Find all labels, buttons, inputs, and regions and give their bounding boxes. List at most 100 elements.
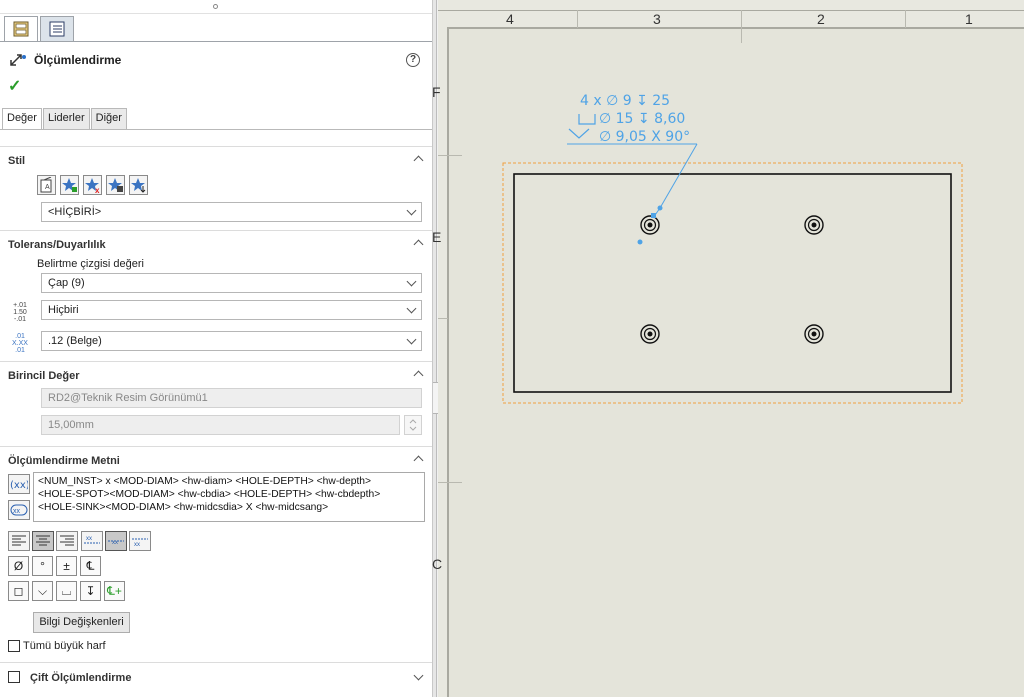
manager-tabs (4, 16, 76, 42)
counterbore-symbol-button[interactable]: ⌴ (56, 581, 77, 601)
svg-text:xx: xx (112, 540, 118, 546)
callout-leader (659, 143, 698, 209)
align-center-button[interactable] (32, 531, 54, 551)
dropdown-arrow-icon (406, 334, 417, 345)
dimension-text-group-header[interactable]: Ölçümlendirme Metni (0, 446, 432, 472)
callout-line-1: 4 x ∅ 9 ↧ 25 (580, 93, 671, 109)
star-delete-icon: x (84, 178, 100, 193)
variables-button[interactable]: Bilgi Değişkenleri (33, 612, 130, 633)
svg-text:xx: xx (13, 508, 21, 515)
text-middle-button[interactable]: xx (105, 531, 127, 551)
text-above-button[interactable]: xx (81, 531, 103, 551)
collapse-chevron-icon[interactable] (414, 237, 424, 247)
collapse-chevron-icon[interactable] (414, 453, 424, 463)
tolerance-group-header[interactable]: Tolerans/Duyarlılık (0, 230, 432, 256)
style-group-header[interactable]: Stil (0, 146, 432, 172)
tol-icon-lower: -.01 (13, 316, 27, 323)
save-style-button[interactable] (106, 175, 125, 195)
tab-other[interactable]: Diğer (90, 108, 127, 130)
property-manager-panel: Ölçümlendirme ? ✓ Değer Liderler Diğer S… (0, 0, 433, 697)
primary-reference-field: RD2@Teknik Resim Görünümü1 (41, 388, 422, 408)
depth-symbol-button[interactable]: ↧ (80, 581, 101, 601)
dual-dimension-group-header[interactable]: Çift Ölçümlendirme (0, 662, 432, 688)
primary-value-text: 15,00mm (48, 419, 94, 431)
property-manager-icon (13, 21, 29, 37)
collapse-chevron-icon[interactable] (414, 368, 424, 378)
text-below-button[interactable]: xx (129, 531, 151, 551)
property-title-row: Ölçümlendirme (8, 52, 121, 68)
primary-value-group-header[interactable]: Birincil Değer (0, 361, 432, 387)
hole-bottom-right (804, 324, 824, 344)
dimension-text-group-label: Ölçümlendirme Metni (8, 455, 120, 467)
dropdown-arrow-icon (406, 276, 417, 287)
tab-leaders[interactable]: Liderler (42, 108, 90, 130)
prec-icon-lower: .01 (15, 347, 25, 354)
callout-value-label: Belirtme çizgisi değeri (37, 258, 144, 270)
property-sub-tabs: Değer Liderler Diğer (2, 108, 128, 130)
parentheses-icon: (xx) (10, 480, 28, 491)
drawing-graphics (502, 114, 963, 404)
star-save-icon (107, 178, 123, 192)
svg-text:x: x (95, 186, 100, 193)
property-manager-tab[interactable] (4, 16, 38, 42)
sub-tabs-divider (0, 129, 432, 130)
tol-icon-mid: 1.50 (13, 309, 27, 316)
align-left-button[interactable] (8, 531, 30, 551)
panel-splitter[interactable] (433, 0, 437, 697)
primary-value-field: 15,00mm (41, 415, 400, 435)
countersink-symbol-button[interactable]: ⌵ (32, 581, 53, 601)
dimension-text-input[interactable]: <NUM_INST> x <MOD-DIAM> <hw-diam> <HOLE-… (33, 472, 425, 522)
configuration-tab[interactable] (40, 16, 74, 42)
tolerance-type-select[interactable]: Hiçbiri (41, 300, 422, 320)
tolerance-type-icon: +.01 1.50 -.01 (8, 302, 32, 323)
collapse-chevron-icon[interactable] (414, 153, 424, 163)
style-select[interactable]: <HİÇBİRİ> (41, 202, 422, 222)
load-style-button[interactable] (129, 175, 148, 195)
star-load-icon (130, 178, 145, 193)
hole-bottom-left (640, 324, 660, 344)
tolerance-group-label: Tolerans/Duyarlılık (8, 239, 106, 251)
primary-value-group-label: Birincil Değer (8, 370, 80, 382)
view-selection-frame (502, 162, 963, 404)
help-icon[interactable]: ? (406, 53, 420, 67)
add-parentheses-button[interactable]: (xx) (8, 474, 30, 494)
apply-style-button[interactable]: A (37, 175, 56, 195)
diameter-symbol-button[interactable]: Ø (8, 556, 29, 576)
dual-dimension-checkbox[interactable] (8, 671, 20, 683)
dropdown-arrow-icon (406, 205, 417, 216)
tol-icon-upper: +.01 (13, 302, 27, 309)
style-apply-icon: A (40, 177, 51, 193)
more-symbols-button[interactable]: ℄+ (104, 581, 125, 601)
text-below-icon: xx (132, 538, 148, 548)
leader-point (657, 205, 663, 211)
ok-check-icon[interactable]: ✓ (8, 76, 21, 96)
text-middle-icon: xx (108, 540, 124, 546)
panel-grip-dot[interactable] (213, 4, 218, 9)
tab-value[interactable]: Değer (2, 108, 42, 130)
svg-text:(xx): (xx) (10, 480, 28, 491)
inspection-dimension-button[interactable]: xx (8, 500, 30, 520)
expand-chevron-icon[interactable] (414, 672, 424, 682)
callout-line-2: ∅ 15 ↧ 8,60 (599, 111, 686, 127)
delete-style-button[interactable]: x (83, 175, 102, 195)
hole-top-left (640, 215, 660, 235)
hole-callout[interactable]: 4 x ∅ 9 ↧ 25 ∅ 15 ↧ 8,60 ∅ 9,05 X 90° (580, 92, 690, 146)
align-right-icon (60, 535, 74, 546)
prec-icon-mid: X.XX (12, 340, 28, 347)
svg-text:xx: xx (134, 542, 140, 548)
align-right-button[interactable] (56, 531, 78, 551)
svg-text:xx: xx (86, 536, 92, 542)
precision-select[interactable]: .12 (Belge) (41, 331, 422, 351)
plus-minus-symbol-button[interactable]: ± (56, 556, 77, 576)
centerline-symbol-button[interactable]: ℄ (80, 556, 101, 576)
square-symbol-button[interactable]: ◻ (8, 581, 29, 601)
dropdown-arrow-icon (406, 303, 417, 314)
text-above-icon: xx (84, 536, 100, 544)
precision-text: .12 (Belge) (48, 335, 102, 347)
leader-handle (651, 213, 656, 218)
all-caps-checkbox[interactable] (8, 640, 20, 652)
callout-value-select[interactable]: Çap (9) (41, 273, 422, 293)
degree-symbol-button[interactable]: ° (32, 556, 53, 576)
add-style-button[interactable] (60, 175, 79, 195)
tolerance-type-text: Hiçbiri (48, 304, 79, 316)
